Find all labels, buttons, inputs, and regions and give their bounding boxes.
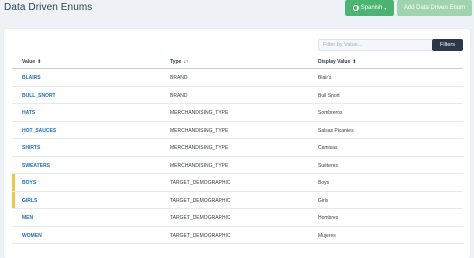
- type-cell: TARGET_DEMOGRAPHIC: [170, 232, 231, 239]
- display-value-cell: Mujeres: [318, 232, 336, 239]
- table-body: BLAIRS BRAND Blair's BULL_SNORT BRAND Bull Sn…: [12, 69, 463, 244]
- type-cell: BRAND: [170, 75, 188, 81]
- display-value-cell: Girls: [318, 197, 329, 204]
- display-value-cell: Blair's: [318, 75, 332, 81]
- value-link[interactable]: MEN: [22, 215, 33, 221]
- table-row[interactable]: SWEATERS MERCHANDISING_TYPE Suéteres: [12, 157, 463, 174]
- value-link[interactable]: HOT_SAUCES: [22, 128, 56, 134]
- display-value-cell: Suéteres: [318, 162, 339, 169]
- type-cell: BRAND: [170, 92, 188, 99]
- type-cell: MERCHANDISING_TYPE: [170, 127, 229, 134]
- filters-button[interactable]: Filters: [432, 39, 463, 51]
- display-value-cell: Camisas: [318, 145, 338, 151]
- table-row[interactable]: SHIRTS MERCHANDISING_TYPE Camisas: [12, 139, 463, 157]
- table-row[interactable]: BOYS TARGET_DEMOGRAPHIC Boys: [12, 174, 463, 192]
- sort-descending-icon: ↓↑: [183, 59, 189, 65]
- value-link[interactable]: SWEATERS: [22, 163, 50, 169]
- table-row[interactable]: GIRLS TARGET_DEMOGRAPHIC Girls: [12, 191, 463, 209]
- row-highlight-marker: [12, 174, 15, 191]
- add-data-driven-enum-button[interactable]: Add Data Driven Enum: [397, 0, 472, 16]
- row-highlight-marker: [12, 191, 15, 208]
- globe-icon: [352, 5, 359, 11]
- display-value-cell: Salsas Picantes: [318, 127, 354, 134]
- enums-table: Value ⬍ Type ↓↑ Display Value ⬍ BLAIRS BR…: [12, 55, 463, 244]
- display-value-cell: Bull Snort: [318, 92, 340, 99]
- table-row[interactable]: BLAIRS BRAND Blair's: [12, 69, 463, 87]
- value-link[interactable]: GIRLS: [22, 198, 37, 204]
- chevron-down-icon: ▾: [384, 5, 387, 11]
- type-cell: TARGET_DEMOGRAPHIC: [170, 180, 231, 186]
- table-row[interactable]: WOMEN TARGET_DEMOGRAPHIC Mujeres: [12, 227, 463, 244]
- type-cell: TARGET_DEMOGRAPHIC: [170, 197, 231, 204]
- value-link[interactable]: SHIRTS: [22, 145, 40, 151]
- value-link[interactable]: HATS: [22, 110, 35, 116]
- page-title: Data Driven Enums: [4, 2, 93, 13]
- column-header-value[interactable]: Value ⬍: [22, 59, 41, 65]
- column-header-display-value[interactable]: Display Value ⬍: [318, 59, 356, 65]
- display-value-cell: Boys: [318, 180, 330, 186]
- table-row[interactable]: HATS MERCHANDISING_TYPE Sombreros: [12, 104, 463, 122]
- table-row[interactable]: MEN TARGET_DEMOGRAPHIC Hombres: [12, 209, 463, 227]
- value-link[interactable]: BULL_SNORT: [22, 93, 56, 99]
- type-cell: TARGET_DEMOGRAPHIC: [170, 215, 231, 221]
- table-row[interactable]: BULL_SNORT BRAND Bull Snort: [12, 87, 463, 104]
- value-link[interactable]: BLAIRS: [22, 75, 41, 81]
- table-row[interactable]: HOT_SAUCES MERCHANDISING_TYPE Salsas Pican…: [12, 122, 463, 139]
- language-dropdown-button[interactable]: Spanish ▾: [345, 0, 394, 16]
- language-label: Spanish: [360, 5, 383, 11]
- column-header-type[interactable]: Type ↓↑: [170, 59, 188, 65]
- type-cell: MERCHANDISING_TYPE: [170, 145, 229, 151]
- sort-icon: ⬍: [352, 59, 357, 65]
- display-value-cell: Sombreros: [318, 110, 343, 116]
- value-link[interactable]: BOYS: [22, 180, 36, 186]
- value-link[interactable]: WOMEN: [22, 233, 42, 239]
- type-cell: MERCHANDISING_TYPE: [170, 110, 229, 116]
- table-header: Value ⬍ Type ↓↑ Display Value ⬍: [12, 55, 463, 69]
- filter-input[interactable]: [318, 39, 433, 51]
- display-value-cell: Hombres: [318, 215, 339, 221]
- enums-card: Filters Value ⬍ Type ↓↑ Display Value ⬍ …: [4, 29, 470, 258]
- sort-icon: ⬍: [37, 59, 42, 65]
- type-cell: MERCHANDISING_TYPE: [170, 162, 229, 169]
- top-bar: Data Driven Enums Spanish ▾ Add Data Dri…: [0, 0, 474, 20]
